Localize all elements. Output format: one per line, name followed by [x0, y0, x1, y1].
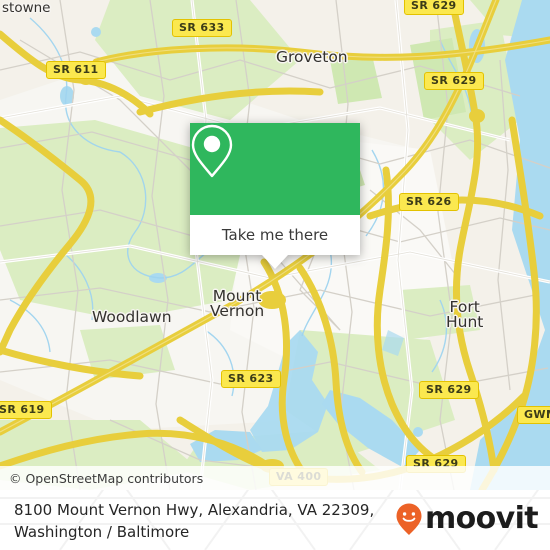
take-me-there-label: Take me there: [221, 226, 329, 244]
address-line-1: 8100 Mount Vernon Hwy, Alexandria, VA 22…: [14, 501, 375, 519]
footer-bar: 8100 Mount Vernon Hwy, Alexandria, VA 22…: [0, 490, 550, 550]
attribution-text: © OpenStreetMap contributors: [9, 470, 204, 486]
moovit-wordmark: moovit: [424, 501, 539, 536]
route-shield: SR 633: [172, 19, 232, 37]
location-popup-card[interactable]: Take me there: [190, 123, 360, 269]
popup-header: [190, 123, 360, 215]
route-shield: SR 629: [404, 0, 464, 15]
moovit-logo[interactable]: moovit: [395, 501, 539, 536]
address-text: 8100 Mount Vernon Hwy, Alexandria, VA 22…: [14, 499, 394, 543]
moovit-smiley-pin-icon: [396, 503, 422, 535]
map-pin-icon: [191, 124, 233, 178]
map-attribution-bar: © OpenStreetMap contributors: [0, 466, 550, 490]
address-line-2: Washington / Baltimore: [14, 523, 190, 541]
route-shield: SR 619: [0, 401, 52, 419]
moovit-location-card: stowne Groveton Woodlawn Mount Vernon Fo…: [0, 0, 550, 550]
popup-pointer-tail: [262, 255, 288, 269]
route-shield: SR 626: [399, 193, 459, 211]
route-shield: GWM: [517, 406, 550, 424]
route-shield: SR 623: [221, 370, 281, 388]
route-shield: SR 629: [419, 381, 479, 399]
take-me-there-button[interactable]: Take me there: [190, 215, 360, 255]
route-shield: SR 629: [424, 72, 484, 90]
route-shield: SR 611: [46, 61, 106, 79]
map-canvas[interactable]: stowne Groveton Woodlawn Mount Vernon Fo…: [0, 0, 550, 490]
